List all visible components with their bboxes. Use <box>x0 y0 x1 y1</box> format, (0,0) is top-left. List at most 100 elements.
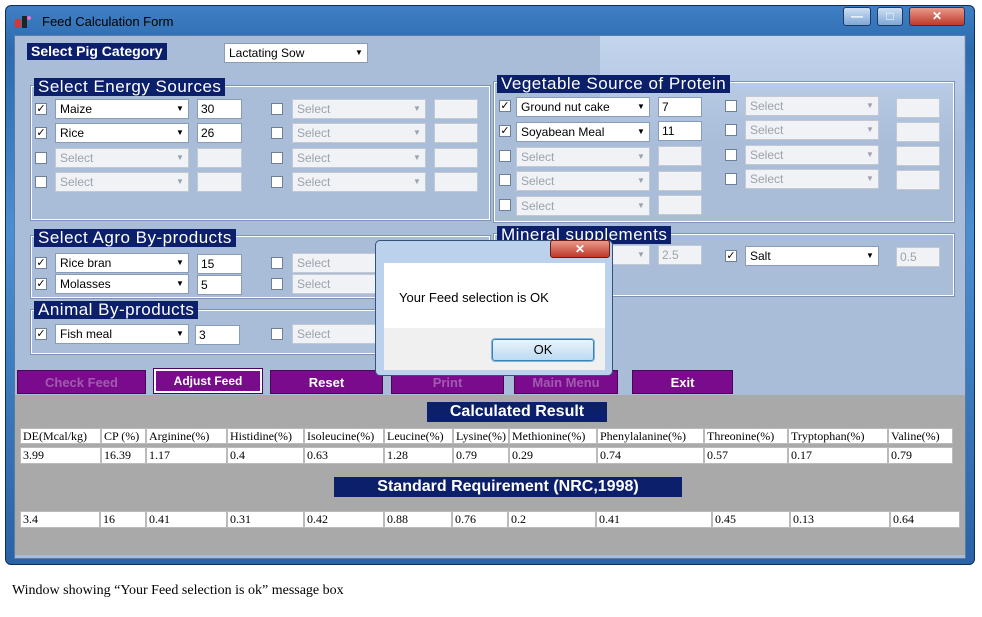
protein-select-1[interactable]: Ground nut cake ▼ <box>516 97 650 117</box>
calculated-header-cell: Arginine(%) <box>146 428 227 444</box>
agro-checkbox-1[interactable]: ✓ <box>35 257 47 269</box>
protein-checkbox-1[interactable]: ✓ <box>499 100 511 112</box>
energy-right-checkbox-3[interactable] <box>271 152 283 164</box>
energy-qty-4[interactable] <box>197 172 242 192</box>
energy-checkbox-1[interactable]: ✓ <box>35 103 47 115</box>
agro-qty-2[interactable]: 5 <box>197 275 242 295</box>
chevron-down-icon: ▼ <box>866 251 874 260</box>
energy-qty-3[interactable] <box>197 148 242 168</box>
protein-select-3[interactable]: Select ▼ <box>516 147 650 167</box>
chevron-down-icon: ▼ <box>413 153 421 162</box>
energy-select-2[interactable]: Rice ▼ <box>55 123 189 143</box>
protein-qty-3[interactable] <box>658 146 702 166</box>
energy-qty-1[interactable]: 30 <box>197 99 242 119</box>
salt-qty[interactable]: 0.5 <box>896 247 940 267</box>
salt-checkbox[interactable]: ✓ <box>725 250 737 262</box>
protein-right-select-4[interactable]: Select ▼ <box>745 169 879 189</box>
energy-right-qty-4[interactable] <box>434 172 478 192</box>
protein-right-checkbox-4[interactable] <box>725 173 737 185</box>
energy-right-select-2[interactable]: Select ▼ <box>292 123 426 143</box>
protein-right-qty-3[interactable] <box>896 146 940 166</box>
agro-select-1[interactable]: Rice bran ▼ <box>55 253 189 273</box>
energy-right-qty-1[interactable] <box>434 99 478 119</box>
protein-right-select-4-value: Select <box>750 172 784 186</box>
protein-select-4[interactable]: Select ▼ <box>516 171 650 191</box>
animal-select-1[interactable]: Fish meal ▼ <box>55 324 189 344</box>
standard-value-cell: 16 <box>100 511 146 528</box>
protein-select-5[interactable]: Select ▼ <box>516 196 650 216</box>
agro-right-checkbox-2[interactable] <box>271 278 283 290</box>
calculated-value-cell: 0.57 <box>704 447 788 464</box>
standard-value-cell: 0.64 <box>890 511 960 528</box>
window-close-button[interactable]: ✕ <box>909 7 965 26</box>
calculated-header-cell: DE(Mcal/kg) <box>20 428 101 444</box>
animal-right-checkbox-1[interactable] <box>271 328 283 340</box>
agro-qty-1[interactable]: 15 <box>197 254 242 274</box>
agro-select-2[interactable]: Molasses ▼ <box>55 274 189 294</box>
energy-select-4[interactable]: Select ▼ <box>55 172 189 192</box>
energy-select-4-value: Select <box>60 175 94 189</box>
chevron-down-icon: ▼ <box>637 152 645 161</box>
protein-qty-1[interactable]: 7 <box>658 97 702 117</box>
pig-category-select[interactable]: Lactating Sow ▼ <box>224 43 368 63</box>
energy-right-qty-2[interactable] <box>434 123 478 143</box>
protein-qty-4[interactable] <box>658 171 702 191</box>
protein-right-checkbox-2[interactable] <box>725 124 737 136</box>
energy-checkbox-2[interactable]: ✓ <box>35 127 47 139</box>
agro-right-checkbox-1[interactable] <box>271 257 283 269</box>
agro-right-select-2[interactable]: Select <box>292 274 382 294</box>
protein-select-5-value: Select <box>521 199 555 213</box>
protein-checkbox-5[interactable] <box>499 199 511 211</box>
salt-select[interactable]: Salt ▼ <box>745 246 879 266</box>
energy-select-1[interactable]: Maize ▼ <box>55 99 189 119</box>
standard-value-cell: 3.4 <box>20 511 100 528</box>
energy-checkbox-4[interactable] <box>35 176 47 188</box>
protein-right-qty-2[interactable] <box>896 122 940 142</box>
energy-select-3[interactable]: Select ▼ <box>55 148 189 168</box>
protein-right-checkbox-1[interactable] <box>725 100 737 112</box>
energy-checkbox-3[interactable] <box>35 152 47 164</box>
protein-qty-2[interactable]: 11 <box>658 121 702 141</box>
protein-right-select-1[interactable]: Select ▼ <box>745 96 879 116</box>
calculated-value-cell: 0.29 <box>509 447 597 464</box>
animal-qty-1[interactable]: 3 <box>195 325 240 345</box>
maximize-button[interactable]: □ <box>877 7 903 26</box>
protein-right-qty-1[interactable] <box>896 98 940 118</box>
check-feed-button[interactable]: Check Feed <box>17 370 146 394</box>
minimize-button[interactable]: — <box>843 7 871 26</box>
standard-requirement-title: Standard Requirement (NRC,1998) <box>334 477 682 497</box>
energy-right-qty-3[interactable] <box>434 148 478 168</box>
agro-checkbox-2[interactable]: ✓ <box>35 278 47 290</box>
animal-checkbox-1[interactable]: ✓ <box>35 328 47 340</box>
protein-checkbox-3[interactable] <box>499 150 511 162</box>
agro-right-select-1[interactable]: Select <box>292 253 382 273</box>
adjust-feed-button[interactable]: Adjust Feed <box>153 368 263 394</box>
calculated-header-cell: Phenylalanine(%) <box>597 428 704 444</box>
animal-right-select-1[interactable]: Select <box>292 324 382 344</box>
energy-sources-legend: Select Energy Sources <box>34 78 226 96</box>
chevron-down-icon: ▼ <box>637 127 645 136</box>
ok-button[interactable]: OK <box>491 338 595 362</box>
protein-right-checkbox-3[interactable] <box>725 149 737 161</box>
protein-right-select-2[interactable]: Select ▼ <box>745 120 879 140</box>
energy-right-checkbox-2[interactable] <box>271 127 283 139</box>
energy-right-select-1[interactable]: Select ▼ <box>292 99 426 119</box>
protein-checkbox-2[interactable]: ✓ <box>499 125 511 137</box>
energy-right-select-3[interactable]: Select ▼ <box>292 148 426 168</box>
energy-right-checkbox-4[interactable] <box>271 176 283 188</box>
reset-button[interactable]: Reset <box>270 370 383 394</box>
protein-select-2[interactable]: Soyabean Meal ▼ <box>516 122 650 142</box>
protein-right-select-3[interactable]: Select ▼ <box>745 145 879 165</box>
energy-right-select-4[interactable]: Select ▼ <box>292 172 426 192</box>
energy-right-checkbox-1[interactable] <box>271 103 283 115</box>
protein-qty-5[interactable] <box>658 195 702 215</box>
dialog-close-button[interactable]: ✕ <box>550 240 610 258</box>
mineral-qty-1[interactable]: 2.5 <box>658 245 702 265</box>
exit-button[interactable]: Exit <box>632 370 733 394</box>
energy-qty-2[interactable]: 26 <box>197 123 242 143</box>
protein-right-select-3-value: Select <box>750 148 784 162</box>
protein-right-qty-4[interactable] <box>896 170 940 190</box>
chevron-down-icon: ▼ <box>866 125 874 134</box>
protein-checkbox-4[interactable] <box>499 174 511 186</box>
energy-right-select-3-value: Select <box>297 151 331 165</box>
